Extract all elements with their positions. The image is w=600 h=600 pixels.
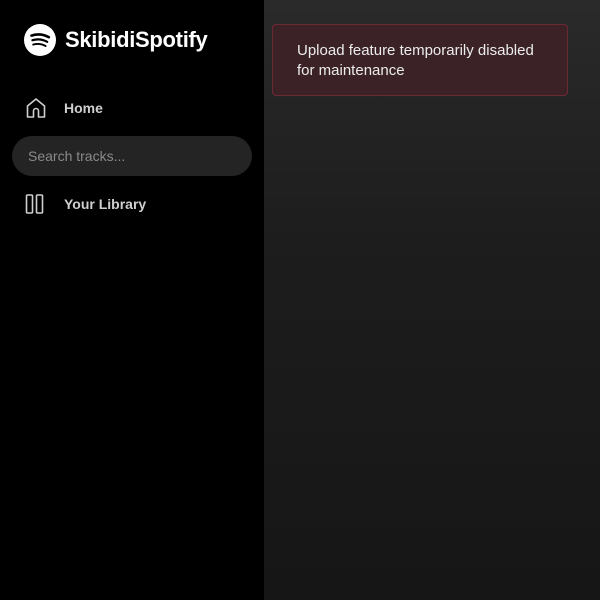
maintenance-alert: Upload feature temporarily disabled for … [272,24,568,96]
search-input[interactable] [28,148,236,164]
search-bar[interactable] [12,136,252,176]
main-content: Upload feature temporarily disabled for … [264,0,600,600]
spotify-logo-icon [24,24,56,56]
library-icon [25,194,44,214]
nav-item-your-library[interactable]: Your Library [24,192,146,216]
brand[interactable]: SkibidiSpotify [24,24,208,56]
app-window: SkibidiSpotify Home Your Library Upload … [0,0,600,600]
nav-label-home: Home [64,100,103,116]
home-icon [26,98,46,118]
app-name: SkibidiSpotify [65,27,208,52]
nav-label-your-library: Your Library [64,196,147,212]
nav-item-home[interactable]: Home [24,96,103,120]
alert-message: Upload feature temporarily disabled for … [297,42,534,79]
sidebar: SkibidiSpotify Home Your Library [0,0,264,600]
